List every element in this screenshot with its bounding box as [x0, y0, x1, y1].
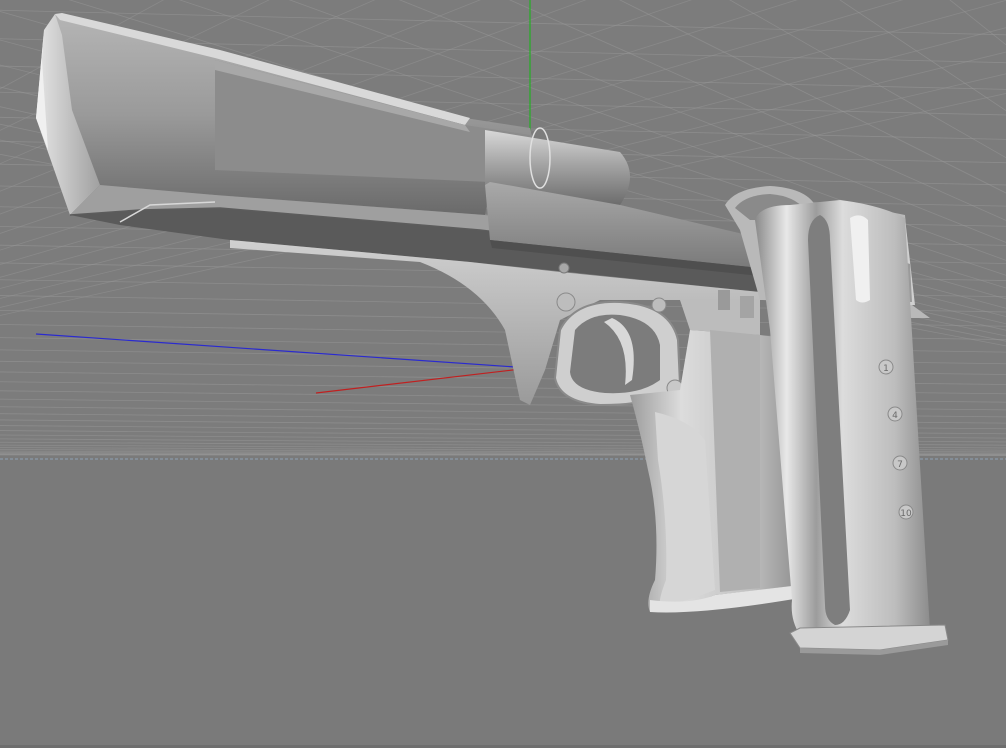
mag-mark-7: 7	[897, 460, 903, 470]
slide-stop-pin	[651, 297, 667, 313]
mag-mark-1: 1	[883, 364, 889, 374]
viewport-canvas[interactable]: 1 4 7 10	[0, 0, 1006, 748]
3d-viewport[interactable]: 1 4 7 10	[0, 0, 1006, 748]
mag-mark-10: 10	[900, 509, 912, 519]
mag-mark-4: 4	[892, 411, 898, 421]
x-axis-line	[315, 367, 531, 394]
takedown-pin	[556, 292, 576, 312]
